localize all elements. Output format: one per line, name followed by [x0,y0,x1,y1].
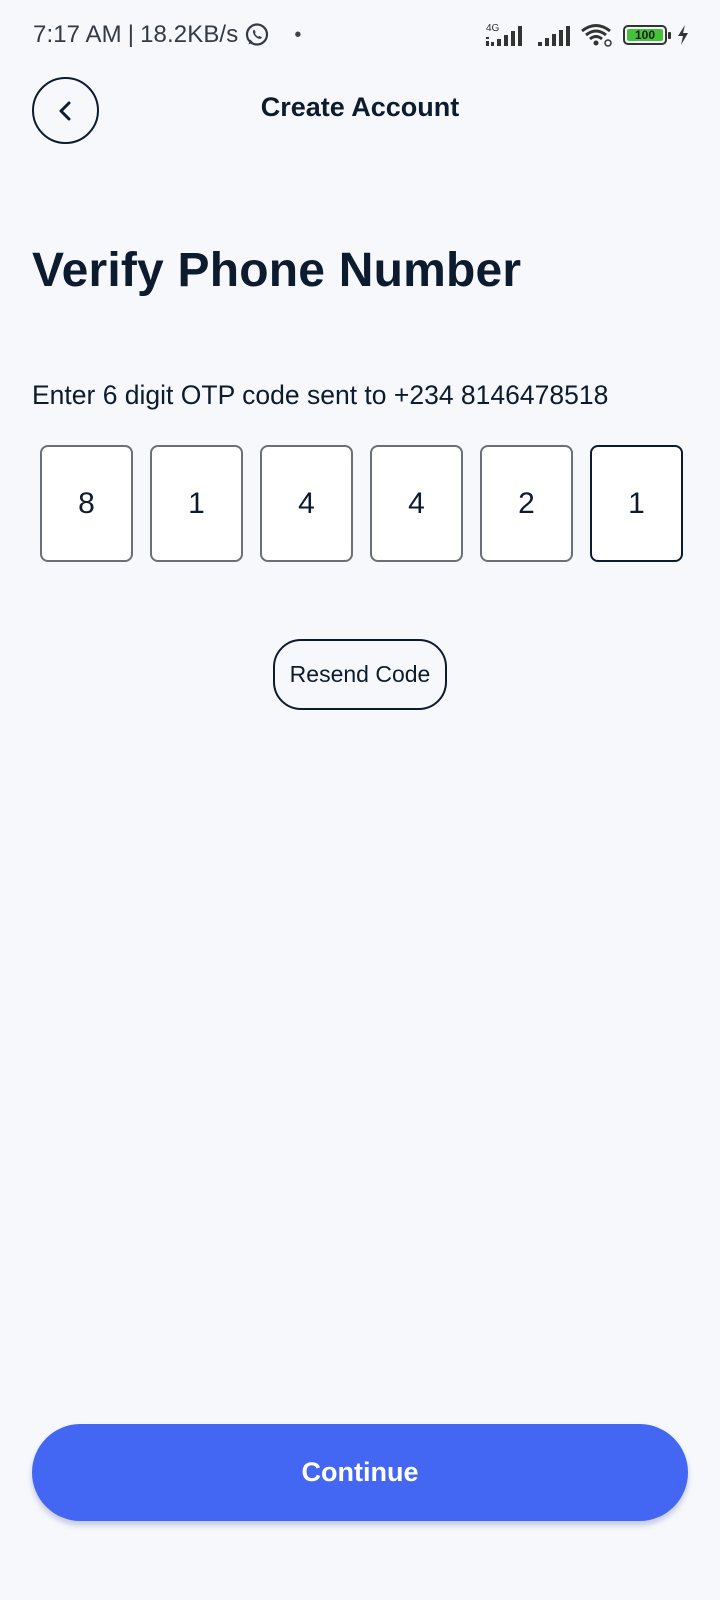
resend-code-button[interactable]: Resend Code [273,639,447,710]
otp-digit-6[interactable]: 1 [590,445,683,562]
status-right: 4G 100 [484,18,690,52]
otp-digit-3[interactable]: 4 [260,445,353,562]
header-title: Create Account [260,92,460,122]
otp-digit-1[interactable]: 8 [40,445,133,562]
charging-icon [678,25,688,45]
continue-button[interactable]: Continue [32,1424,688,1521]
battery-icon: 100 [623,25,671,45]
signal-icon [538,26,570,46]
screen: 7:17 AM | 18.2KB/s • 4G 100 Create Accou… [0,0,720,1600]
signal-4g-icon: 4G [486,23,522,46]
page-title: Verify Phone Number [32,244,522,297]
status-time: 7:17 AM [33,21,122,48]
whatsapp-icon [244,22,270,48]
battery-nub [668,32,671,39]
network-type-label: 4G [486,23,500,34]
status-separator: | [127,21,135,48]
status-left: 7:17 AM | 18.2KB/s • [33,18,301,52]
battery-level: 100 [634,28,656,42]
otp-digit-4[interactable]: 4 [370,445,463,562]
wifi-icon [581,24,612,47]
notification-dot: • [294,23,302,46]
otp-input-row: 8 1 4 4 2 1 [40,445,683,562]
otp-instruction: Enter 6 digit OTP code sent to +234 8146… [32,380,609,410]
otp-digit-5[interactable]: 2 [480,445,573,562]
otp-digit-2[interactable]: 1 [150,445,243,562]
status-network-speed: 18.2KB/s [140,21,239,48]
status-bar: 7:17 AM | 18.2KB/s • 4G 100 [0,0,720,70]
